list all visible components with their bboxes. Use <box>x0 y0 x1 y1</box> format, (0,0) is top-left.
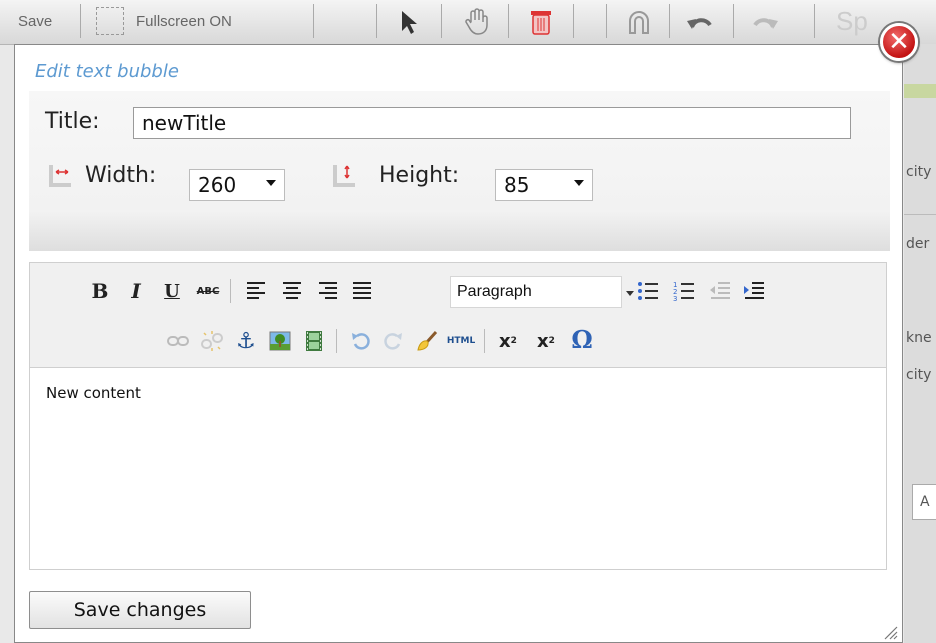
width-icon <box>49 165 71 187</box>
format-select[interactable]: Paragraph <box>450 276 622 308</box>
toolbar-divider <box>336 329 337 353</box>
link-icon[interactable] <box>166 329 190 353</box>
hand-tool-icon[interactable] <box>460 6 494 38</box>
width-select[interactable]: 260 <box>189 169 285 201</box>
magnet-icon[interactable] <box>622 6 656 38</box>
app-save-button[interactable]: Save <box>18 6 52 36</box>
toolbar-divider <box>814 4 815 38</box>
pointer-tool-icon[interactable] <box>394 6 428 38</box>
editor-toolbar: B I U ABC Paragraph 123 ⚓ HTML x 2 x 2 Ω <box>30 263 886 368</box>
width-value: 260 <box>198 173 237 197</box>
cleanup-brush-icon[interactable] <box>416 329 440 353</box>
redo-icon[interactable] <box>382 329 406 353</box>
toolbar-divider <box>230 279 231 303</box>
app-tail-label: Sp <box>836 5 868 36</box>
trash-icon[interactable] <box>524 6 558 38</box>
align-left-icon[interactable] <box>244 279 268 303</box>
subscript-icon[interactable]: x2 <box>496 329 520 353</box>
rich-text-editor: B I U ABC Paragraph 123 ⚓ HTML x 2 x 2 Ω… <box>29 262 887 570</box>
app-tail-button[interactable]: Sp <box>836 6 868 36</box>
undo-icon[interactable] <box>683 6 717 38</box>
height-icon <box>333 165 355 187</box>
toolbar-divider <box>484 329 485 353</box>
outdent-icon[interactable] <box>708 279 732 303</box>
resize-grip-icon[interactable] <box>880 622 898 640</box>
redo-icon[interactable] <box>748 6 782 38</box>
dialog-title: Edit text bubble <box>35 61 179 82</box>
background-divider <box>904 214 936 215</box>
save-changes-button[interactable]: Save changes <box>29 591 251 629</box>
editor-content[interactable]: New content <box>46 384 141 402</box>
superscript-icon[interactable]: x2 <box>534 329 558 353</box>
toolbar-divider <box>376 4 377 38</box>
height-select[interactable]: 85 <box>495 169 593 201</box>
title-label: Title: <box>45 109 100 134</box>
chevron-down-icon <box>266 180 276 186</box>
background-text: der <box>906 236 930 252</box>
app-toolbar: Save Fullscreen ON Sp <box>0 0 936 45</box>
toolbar-divider <box>606 4 607 38</box>
app-save-label: Save <box>18 12 53 30</box>
special-character-icon[interactable]: Ω <box>570 325 594 354</box>
align-center-icon[interactable] <box>280 279 304 303</box>
toolbar-divider <box>508 4 509 38</box>
chevron-down-icon <box>574 180 584 186</box>
toolbar-divider <box>669 4 670 38</box>
toolbar-divider <box>313 4 314 38</box>
close-icon[interactable]: ✕ <box>880 23 918 61</box>
height-label: Height: <box>379 163 460 188</box>
align-justify-icon[interactable] <box>350 279 374 303</box>
height-value: 85 <box>504 173 530 197</box>
toolbar-divider <box>80 4 81 38</box>
svg-text:3: 3 <box>673 295 677 303</box>
image-icon[interactable] <box>268 329 292 353</box>
align-right-icon[interactable] <box>316 279 340 303</box>
underline-icon[interactable]: U <box>160 279 184 303</box>
numbered-list-icon[interactable]: 123 <box>672 279 696 303</box>
edit-text-bubble-dialog: Edit text bubble Title: Width: 260 Heigh… <box>14 44 903 643</box>
html-source-button[interactable]: HTML <box>446 329 476 353</box>
width-label: Width: <box>85 163 157 188</box>
background-text: city <box>906 367 932 383</box>
background-text: kne <box>906 330 932 346</box>
background-text: city <box>906 164 932 180</box>
italic-icon[interactable]: I <box>124 279 148 303</box>
fullscreen-button[interactable]: Fullscreen ON <box>96 6 232 36</box>
chevron-down-icon <box>626 291 634 296</box>
toolbar-divider <box>733 4 734 38</box>
undo-icon[interactable] <box>348 329 372 353</box>
toolbar-divider <box>441 4 442 38</box>
media-icon[interactable] <box>302 329 326 353</box>
background-text: A <box>920 494 930 510</box>
fullscreen-label: Fullscreen ON <box>136 12 232 30</box>
bold-icon[interactable]: B <box>88 279 112 303</box>
bubble-settings-panel: Title: Width: 260 Height: 85 <box>29 91 890 251</box>
unlink-icon[interactable] <box>200 329 224 353</box>
background-bar <box>904 84 936 98</box>
anchor-icon[interactable]: ⚓ <box>234 329 258 354</box>
fullscreen-icon <box>96 7 124 35</box>
toolbar-divider <box>573 4 574 38</box>
bullet-list-icon[interactable] <box>636 279 660 303</box>
indent-icon[interactable] <box>742 279 766 303</box>
title-input[interactable] <box>133 107 851 139</box>
strikethrough-icon[interactable]: ABC <box>196 279 220 303</box>
